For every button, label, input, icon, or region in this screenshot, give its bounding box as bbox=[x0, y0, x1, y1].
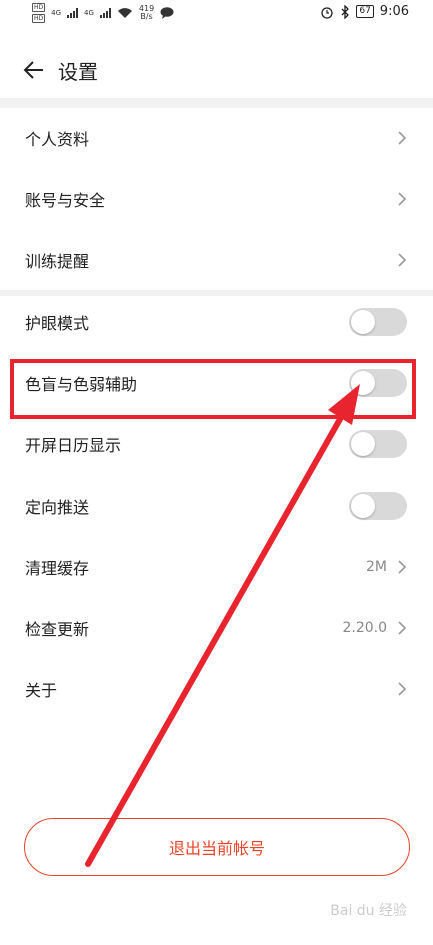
toggle-knob bbox=[351, 432, 375, 456]
signal-strength-icon-2 bbox=[99, 8, 111, 18]
settings-item-about[interactable]: 关于 bbox=[0, 659, 433, 719]
settings-item-targeted-push: 定向推送 bbox=[0, 476, 433, 536]
hd-badges: HD HD bbox=[32, 3, 46, 23]
splash-calendar-toggle[interactable] bbox=[349, 430, 407, 458]
watermark: Bai du 经验 bbox=[330, 903, 407, 919]
chevron-right-icon bbox=[398, 621, 407, 635]
clock-time: 9:06 bbox=[379, 4, 409, 19]
wifi-icon bbox=[117, 8, 132, 18]
status-right: 67 9:06 bbox=[320, 4, 409, 19]
color-blind-assist-toggle[interactable] bbox=[349, 369, 407, 397]
settings-item-label: 个人资料 bbox=[25, 130, 90, 149]
settings-item-eye-protection: 护眼模式 bbox=[0, 292, 433, 352]
status-left: HD HD 4G 4G 419 B/s bbox=[32, 0, 174, 26]
chevron-right-icon bbox=[398, 192, 407, 206]
settings-item-label: 色盲与色弱辅助 bbox=[25, 375, 138, 394]
section-divider-1 bbox=[0, 98, 433, 108]
net-speed-unit: B/s bbox=[140, 12, 153, 21]
chevron-right-icon bbox=[398, 560, 407, 574]
settings-item-label: 清理缓存 bbox=[25, 559, 90, 578]
settings-item-label: 护眼模式 bbox=[25, 314, 90, 333]
settings-item-label: 关于 bbox=[25, 681, 58, 700]
chevron-right-icon bbox=[398, 682, 407, 696]
eye-protection-toggle[interactable] bbox=[349, 308, 407, 336]
toggle-knob bbox=[351, 371, 375, 395]
logout-label: 退出当前帐号 bbox=[168, 839, 265, 858]
settings-item-profile[interactable]: 个人资料 bbox=[0, 108, 433, 168]
page-title: 设置 bbox=[58, 60, 98, 84]
settings-item-label: 开屏日历显示 bbox=[25, 436, 122, 455]
hd-badge-1: HD bbox=[32, 3, 46, 12]
toggle-knob bbox=[351, 494, 375, 518]
settings-item-check-update[interactable]: 检查更新 2.20.0 bbox=[0, 598, 433, 658]
targeted-push-toggle[interactable] bbox=[349, 492, 407, 520]
network-type-label-2: 4G bbox=[84, 9, 94, 17]
chevron-right-icon bbox=[398, 253, 407, 267]
chevron-right-icon bbox=[398, 131, 407, 145]
status-bar: HD HD 4G 4G 419 B/s 67 9:06 bbox=[0, 0, 433, 26]
bluetooth-icon bbox=[341, 4, 350, 19]
battery-icon: 67 bbox=[356, 5, 374, 18]
settings-item-label: 训练提醒 bbox=[25, 252, 90, 271]
settings-page: HD HD 4G 4G 419 B/s 67 9:06 设置 个人资料 账号与安… bbox=[0, 0, 433, 945]
page-header: 设置 bbox=[0, 44, 433, 96]
settings-item-label: 账号与安全 bbox=[25, 191, 106, 210]
settings-item-color-blind-assist: 色盲与色弱辅助 bbox=[0, 353, 433, 413]
settings-item-account-security[interactable]: 账号与安全 bbox=[0, 169, 433, 229]
settings-item-label: 定向推送 bbox=[25, 498, 90, 517]
version-value: 2.20.0 bbox=[342, 620, 387, 636]
signal-strength-icon-1 bbox=[67, 8, 79, 18]
net-speed: 419 B/s bbox=[139, 5, 154, 21]
settings-item-splash-calendar: 开屏日历显示 bbox=[0, 414, 433, 474]
cache-size-value: 2M bbox=[366, 559, 387, 575]
settings-item-clear-cache[interactable]: 清理缓存 2M bbox=[0, 537, 433, 597]
message-bubble-icon bbox=[160, 7, 174, 19]
hd-badge-2: HD bbox=[32, 14, 46, 23]
alarm-icon bbox=[321, 6, 333, 19]
settings-item-label: 检查更新 bbox=[25, 620, 90, 639]
toggle-knob bbox=[351, 310, 375, 334]
network-type-label: 4G bbox=[51, 9, 62, 17]
logout-button[interactable]: 退出当前帐号 bbox=[24, 818, 410, 876]
settings-item-training-reminder[interactable]: 训练提醒 bbox=[0, 230, 433, 290]
back-arrow-icon[interactable] bbox=[22, 58, 46, 82]
